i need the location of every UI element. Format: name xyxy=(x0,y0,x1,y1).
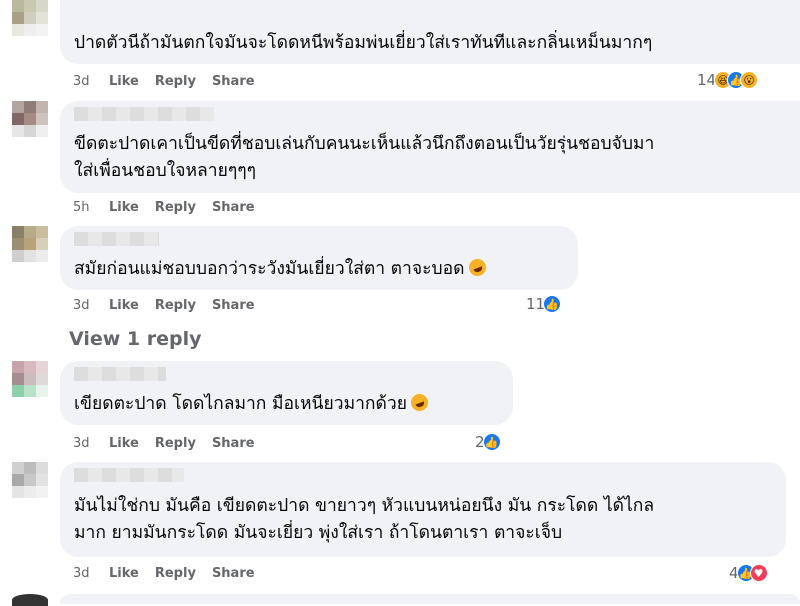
like-reaction-icon: 👍 xyxy=(482,433,501,451)
commenter-name[interactable] xyxy=(74,367,166,381)
share-button[interactable]: Share xyxy=(212,200,255,215)
avatar[interactable] xyxy=(12,462,48,498)
share-button[interactable]: Share xyxy=(212,566,255,581)
comment-actions: 3d Like Reply Share xyxy=(73,298,271,313)
avatar[interactable] xyxy=(12,594,48,606)
reply-button[interactable]: Reply xyxy=(155,566,196,581)
commenter-name[interactable] xyxy=(74,232,159,246)
comment-bubble: ปาดตัวนีถ้ามันตกใจมันจะโดดหนีพร้อมพ่นเยี… xyxy=(60,0,800,64)
comment-bubble: ขีดตะปาดเคาเป็นขีดที่ชอบเล่นกับคนนะเห็นแ… xyxy=(60,101,800,193)
commenter-name[interactable] xyxy=(74,107,214,121)
avatar[interactable] xyxy=(12,361,48,397)
avatar[interactable] xyxy=(12,0,48,36)
reaction-summary[interactable]: 2 👍 xyxy=(475,433,501,451)
reaction-summary[interactable]: 11 👍 xyxy=(526,295,562,313)
share-button[interactable]: Share xyxy=(212,436,255,451)
comment-actions: 5h Like Reply Share xyxy=(73,200,271,215)
comment-actions: 3d Like Reply Share xyxy=(73,436,271,451)
share-button[interactable]: Share xyxy=(212,298,255,313)
comment-actions: 3d Like Reply Share xyxy=(73,74,271,89)
comment-bubble xyxy=(60,594,800,604)
comment-bubble: สมัยก่อนแม่ชอบบอกว่าระวังมันเยี่ยวใส่ตา … xyxy=(60,226,578,290)
comment-time[interactable]: 3d xyxy=(73,436,109,451)
view-replies-link[interactable]: View 1 reply xyxy=(69,328,202,350)
like-reaction-icon: 👍 xyxy=(543,295,562,313)
comment-bubble: มันไม่ใช่กบ มันคือ เขียดตะปาด ขายาวๆ หัว… xyxy=(60,462,786,557)
reaction-summary[interactable]: 4 👍 ♥ xyxy=(729,564,768,582)
reply-button[interactable]: Reply xyxy=(155,200,196,215)
laughing-emoji-icon xyxy=(466,256,488,279)
comment-time[interactable]: 3d xyxy=(73,74,109,89)
reply-button[interactable]: Reply xyxy=(155,298,196,313)
commenter-name[interactable] xyxy=(74,468,184,482)
comment-actions: 3d Like Reply Share xyxy=(73,566,271,581)
laughing-emoji-icon xyxy=(408,391,431,414)
reply-button[interactable]: Reply xyxy=(155,436,196,451)
comment-text: ปาดตัวนีถ้ามันตกใจมันจะโดดหนีพร้อมพ่นเยี… xyxy=(74,33,653,53)
comment-text-content: สมัยก่อนแม่ชอบบอกว่าระวังมันเยี่ยวใส่ตา … xyxy=(74,259,465,279)
like-button[interactable]: Like xyxy=(109,200,139,215)
avatar[interactable] xyxy=(12,226,48,262)
like-button[interactable]: Like xyxy=(109,298,139,313)
comment-time[interactable]: 3d xyxy=(73,566,109,581)
avatar[interactable] xyxy=(12,101,48,137)
comment-bubble: เขียดตะปาด โดดไกลมาก มือเหนียวมากด้วย xyxy=(60,361,513,425)
comment-text-content: เขียดตะปาด โดดไกลมาก มือเหนียวมากด้วย xyxy=(74,394,407,414)
reply-button[interactable]: Reply xyxy=(155,74,196,89)
comment-time[interactable]: 3d xyxy=(73,298,109,313)
like-button[interactable]: Like xyxy=(109,566,139,581)
love-reaction-icon: ♥ xyxy=(749,564,768,582)
like-button[interactable]: Like xyxy=(109,436,139,451)
like-button[interactable]: Like xyxy=(109,74,139,89)
reaction-summary[interactable]: 14 😆 👍 😮 xyxy=(697,71,759,89)
wow-reaction-icon: 😮 xyxy=(740,71,759,89)
comment-time[interactable]: 5h xyxy=(73,200,109,215)
share-button[interactable]: Share xyxy=(212,74,255,89)
